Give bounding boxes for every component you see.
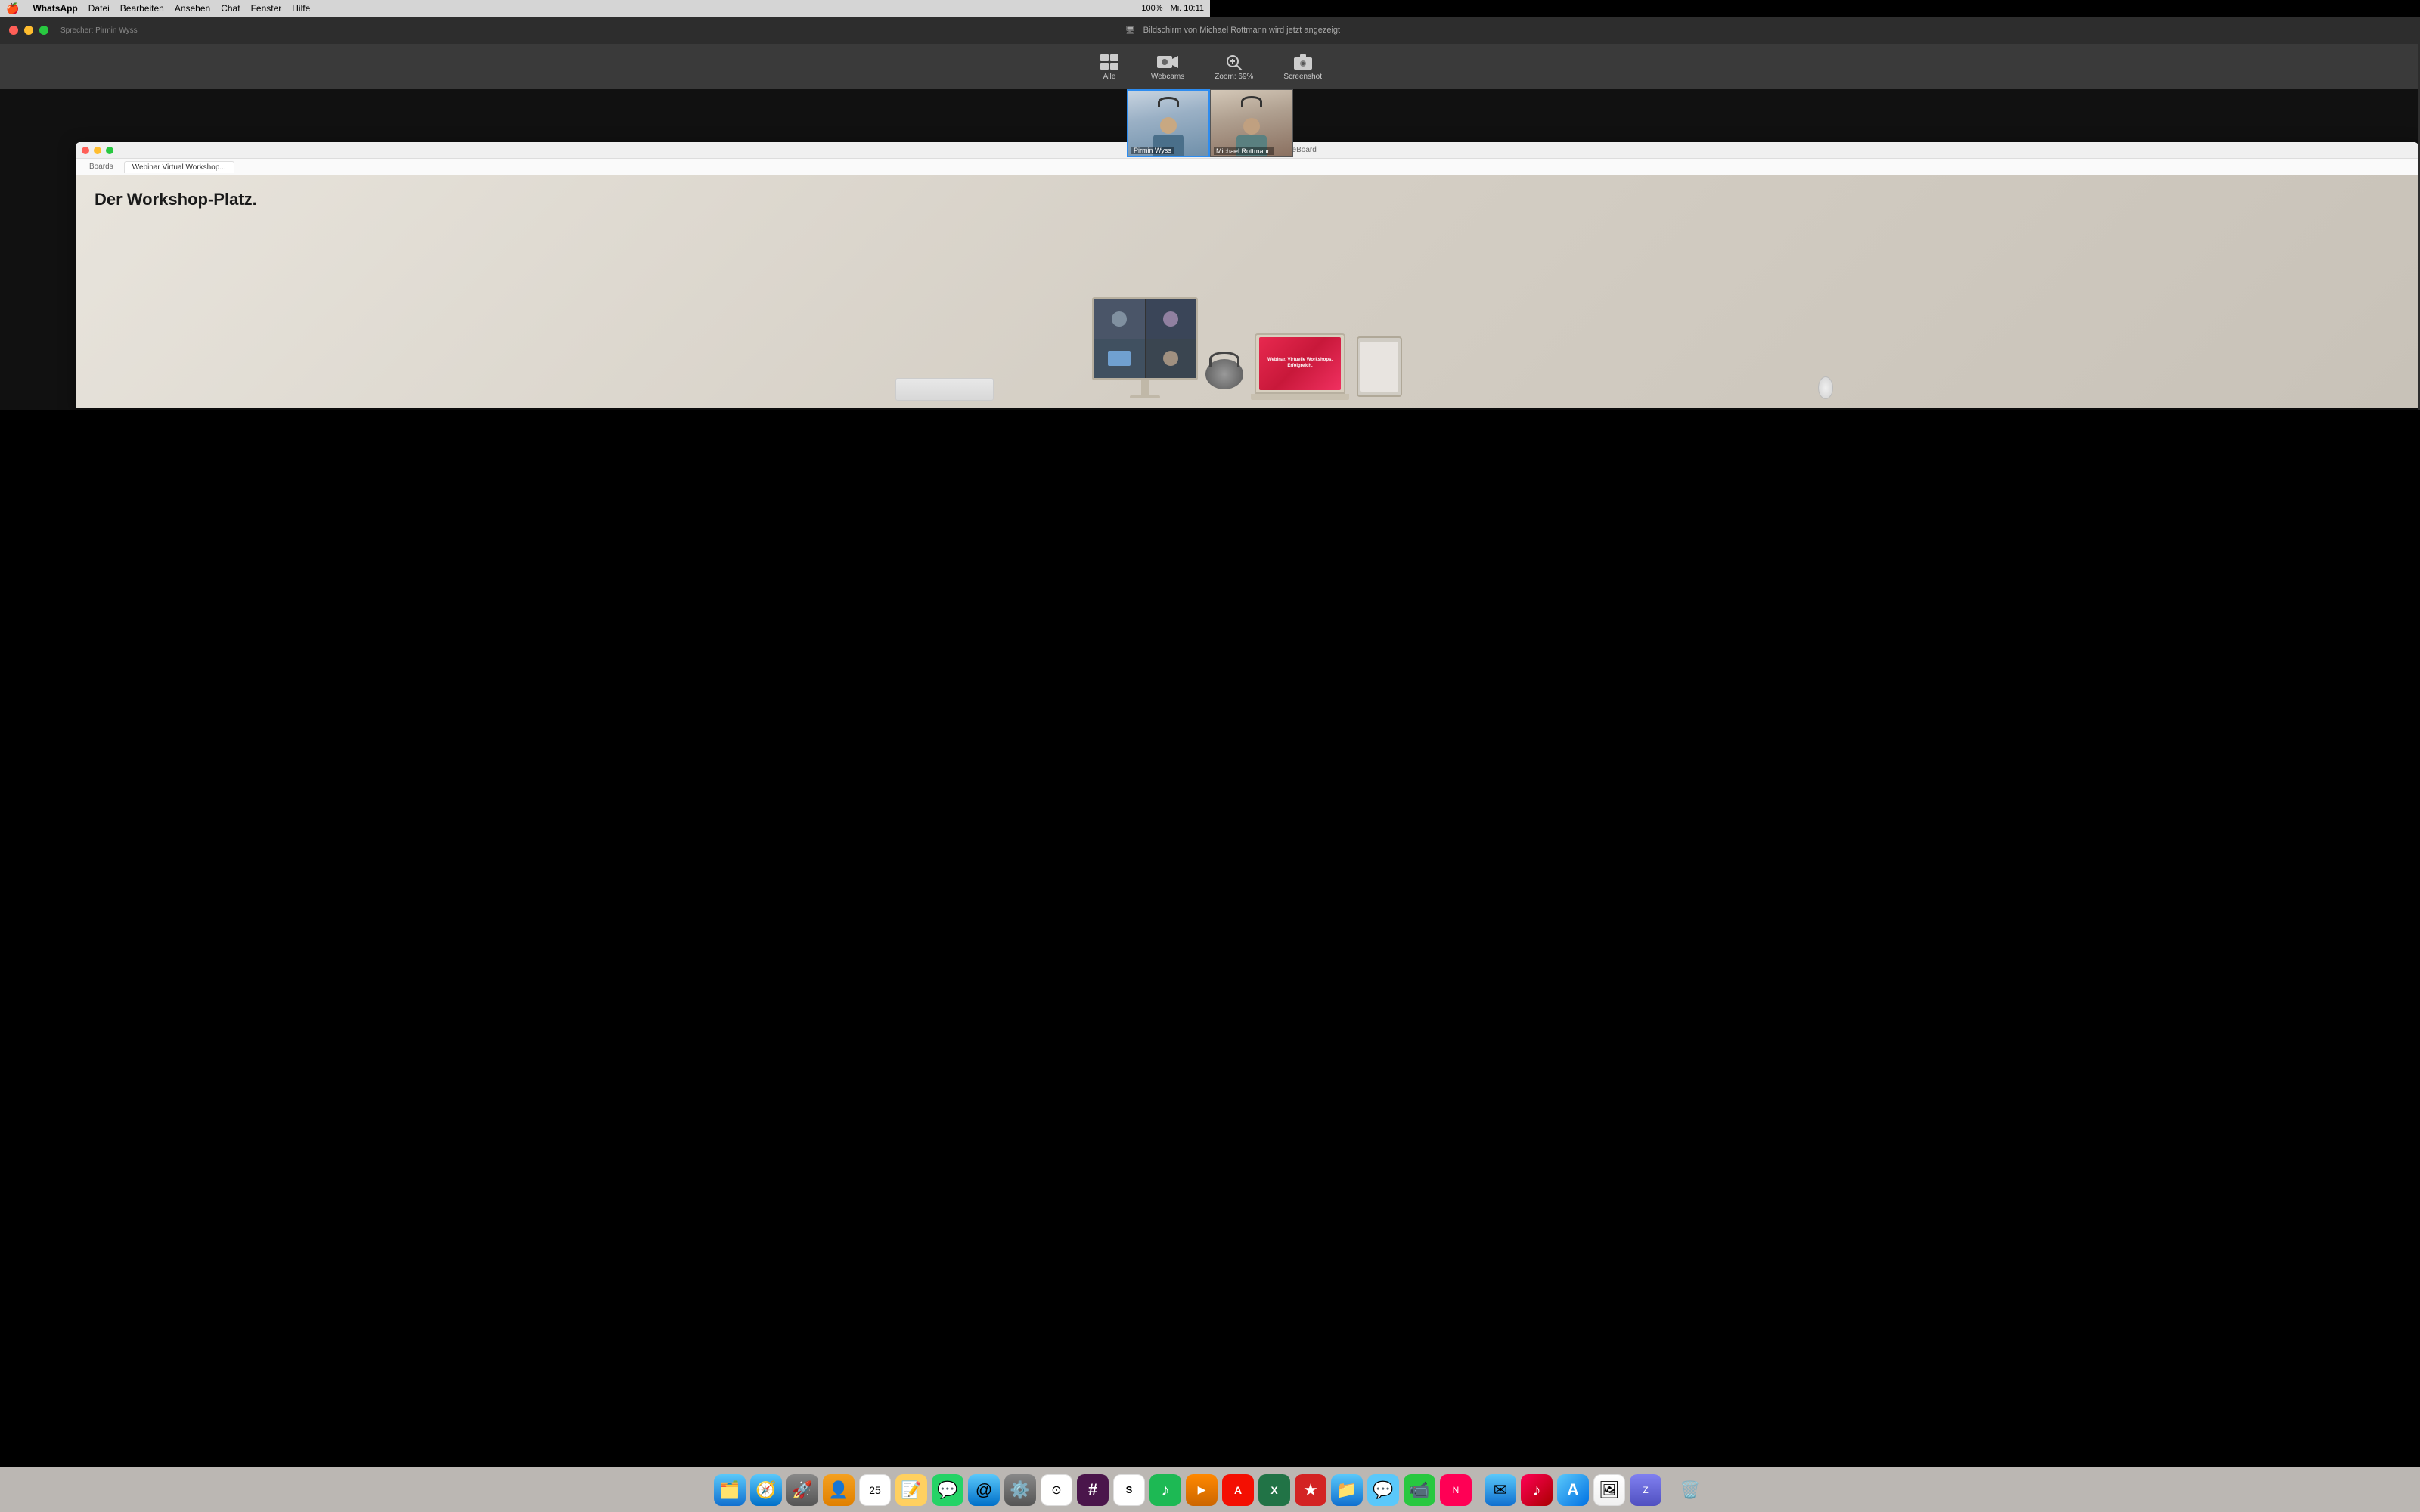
zoom-window: 🖥 Bildschirm von Michael Rottmann wird j… — [0, 17, 2420, 410]
dock: 🗂️ 🧭 🚀 👤 25 📝 💬 @ ⚙️ ⊙ # S ♪ — [0, 1467, 2420, 1512]
menubar-battery: 100% — [1141, 4, 1162, 13]
webcam-tile-michael: Michael Rottmann — [1210, 89, 1293, 157]
tablet-screen — [1360, 342, 1398, 392]
screenshot-label: Screenshot — [1283, 73, 1322, 81]
zoom-tool-webcams[interactable]: Webcams — [1151, 53, 1184, 81]
dock-safari[interactable]: 🧭 — [750, 1474, 782, 1506]
menubar-right: 100% Mi. 10:11 — [1141, 4, 1204, 13]
dock-systemprefs[interactable]: ⚙️ — [1004, 1474, 1036, 1506]
desk-scene: Webinar. Virtuelle Workshops. Erfolgreic… — [76, 222, 2418, 408]
miro-close[interactable] — [82, 147, 89, 154]
alle-label: Alle — [1103, 73, 1116, 81]
desk-mouse — [1818, 376, 1833, 399]
maximize-button[interactable] — [39, 26, 48, 35]
menu-bar: 🍎 WhatsApp Datei Bearbeiten Ansehen Chat… — [0, 0, 1210, 17]
mini-participant-4 — [1146, 339, 1196, 379]
workshop-image: Der Workshop-Platz. — [76, 175, 2418, 408]
dock-whatsapp[interactable]: 💬 — [932, 1474, 963, 1506]
webcams-label: Webcams — [1151, 73, 1184, 81]
desk-tablet — [1357, 336, 1402, 397]
laptop-lid: Webinar. Virtuelle Workshops. Erfolgreic… — [1255, 333, 1345, 394]
zoom-screen-title: Bildschirm von Michael Rottmann wird jet… — [1143, 26, 1340, 35]
dock-slack[interactable]: # — [1077, 1474, 1109, 1506]
zoom-percent-label: Zoom: 69% — [1215, 73, 1253, 81]
zoom-tool-screenshot[interactable]: Screenshot — [1283, 53, 1322, 81]
dock-yelp[interactable]: ★ — [1295, 1474, 1326, 1506]
monitor-screen — [1092, 297, 1198, 380]
menubar-time: Mi. 10:11 — [1171, 4, 1204, 13]
apple-menu[interactable]: 🍎 — [6, 2, 19, 15]
zoom-tool-alle[interactable]: Alle — [1098, 53, 1121, 81]
mini-participant-2 — [1146, 299, 1196, 339]
webcam-tile-pirmin: Pirmin Wyss — [1127, 89, 1210, 157]
alle-icon — [1098, 53, 1121, 71]
zoom-icon — [1223, 53, 1246, 71]
dock-notes[interactable]: 📝 — [895, 1474, 927, 1506]
desk-headphones — [1205, 359, 1243, 389]
dock-excel[interactable]: X — [1258, 1474, 1290, 1506]
dock-mail2[interactable]: ✉ — [1485, 1474, 1516, 1506]
workshop-title: Der Workshop-Platz. — [95, 191, 257, 209]
dock-script-editor[interactable]: ▶ — [1186, 1474, 1218, 1506]
dock-zip[interactable]: Z — [1630, 1474, 1661, 1506]
mini-participant-1 — [1094, 299, 1145, 339]
miro-window: Miro – formerly RealtimeBoard Boards Web… — [76, 142, 2418, 408]
dock-spotify[interactable]: ♪ — [1150, 1474, 1181, 1506]
zoom-window-title: 🖥 Bildschirm von Michael Rottmann wird j… — [54, 26, 2411, 35]
dock-calendar[interactable]: 25 — [859, 1474, 891, 1506]
dock-appstore[interactable]: A — [1557, 1474, 1589, 1506]
dock-launchpad[interactable]: 🚀 — [786, 1474, 818, 1506]
laptop-display: Webinar. Virtuelle Workshops. Erfolgreic… — [1259, 337, 1341, 390]
dock-music[interactable]: ♪ — [1521, 1474, 1553, 1506]
zoom-titlebar: 🖥 Bildschirm von Michael Rottmann wird j… — [0, 17, 2420, 44]
close-button[interactable] — [9, 26, 18, 35]
laptop-content: Webinar. Virtuelle Workshops. Erfolgreic… — [1264, 358, 1336, 370]
dock-files[interactable]: 📁 — [1331, 1474, 1363, 1506]
menu-datei[interactable]: Datei — [88, 3, 110, 14]
menu-whatsapp[interactable]: WhatsApp — [33, 3, 77, 14]
zoom-content: Pirmin Wyss Michael Rottmann ⣿ — [0, 89, 2420, 410]
miro-content: Der Workshop-Platz. — [76, 175, 2418, 408]
menu-fenster[interactable]: Fenster — [251, 3, 282, 14]
monitor-neck — [1141, 380, 1149, 395]
dock-email[interactable]: @ — [968, 1474, 1000, 1506]
dock-finder[interactable]: 🗂️ — [714, 1474, 746, 1506]
menu-chat[interactable]: Chat — [221, 3, 240, 14]
miro-tab-boards[interactable]: Boards — [82, 161, 121, 172]
zoom-tool-zoom[interactable]: Zoom: 69% — [1215, 53, 1253, 81]
miro-maximize[interactable] — [106, 147, 113, 154]
mini-participant-3 — [1094, 339, 1145, 379]
desk-laptop: Webinar. Virtuelle Workshops. Erfolgreic… — [1251, 333, 1349, 400]
dock-acrobat[interactable]: A — [1222, 1474, 1254, 1506]
menu-ansehen[interactable]: Ansehen — [175, 3, 210, 14]
screenshot-icon — [1292, 53, 1314, 71]
miro-minimize[interactable] — [94, 147, 101, 154]
monitor-base — [1130, 395, 1160, 398]
miro-tabs: Boards Webinar Virtual Workshop... — [76, 159, 2418, 175]
dock-chrome[interactable]: ⊙ — [1041, 1474, 1072, 1506]
dock-preview[interactable]: 🖼 — [1593, 1474, 1625, 1506]
webcam-name-pirmin: Pirmin Wyss — [1131, 147, 1174, 154]
dock-sonos[interactable]: S — [1113, 1474, 1145, 1506]
webcam-strip: Pirmin Wyss Michael Rottmann — [1127, 89, 1293, 157]
webcam-name-michael: Michael Rottmann — [1214, 147, 1274, 155]
menu-hilfe[interactable]: Hilfe — [292, 3, 310, 14]
menu-bearbeiten[interactable]: Bearbeiten — [120, 3, 164, 14]
minimize-button[interactable] — [24, 26, 33, 35]
dock-facetime[interactable]: 📹 — [1404, 1474, 1435, 1506]
workshop-title-area: Der Workshop-Platz. — [95, 191, 257, 209]
desk-monitor — [1092, 297, 1198, 398]
dock-trash[interactable]: 🗑️ — [1674, 1474, 1706, 1506]
desk-keyboard — [895, 378, 994, 401]
dock-contacts[interactable]: 👤 — [823, 1474, 855, 1506]
webcams-icon — [1156, 53, 1179, 71]
speaker-label: Sprecher: Pirmin Wyss — [60, 26, 138, 35]
zoom-toolbar: Alle Webcams Zoom: 69% — [0, 44, 2420, 89]
miro-tab-webinar[interactable]: Webinar Virtual Workshop... — [124, 161, 234, 173]
dock-imessage[interactable]: 💬 — [1367, 1474, 1399, 1506]
laptop-base — [1251, 394, 1349, 400]
dock-news[interactable]: N — [1440, 1474, 1472, 1506]
